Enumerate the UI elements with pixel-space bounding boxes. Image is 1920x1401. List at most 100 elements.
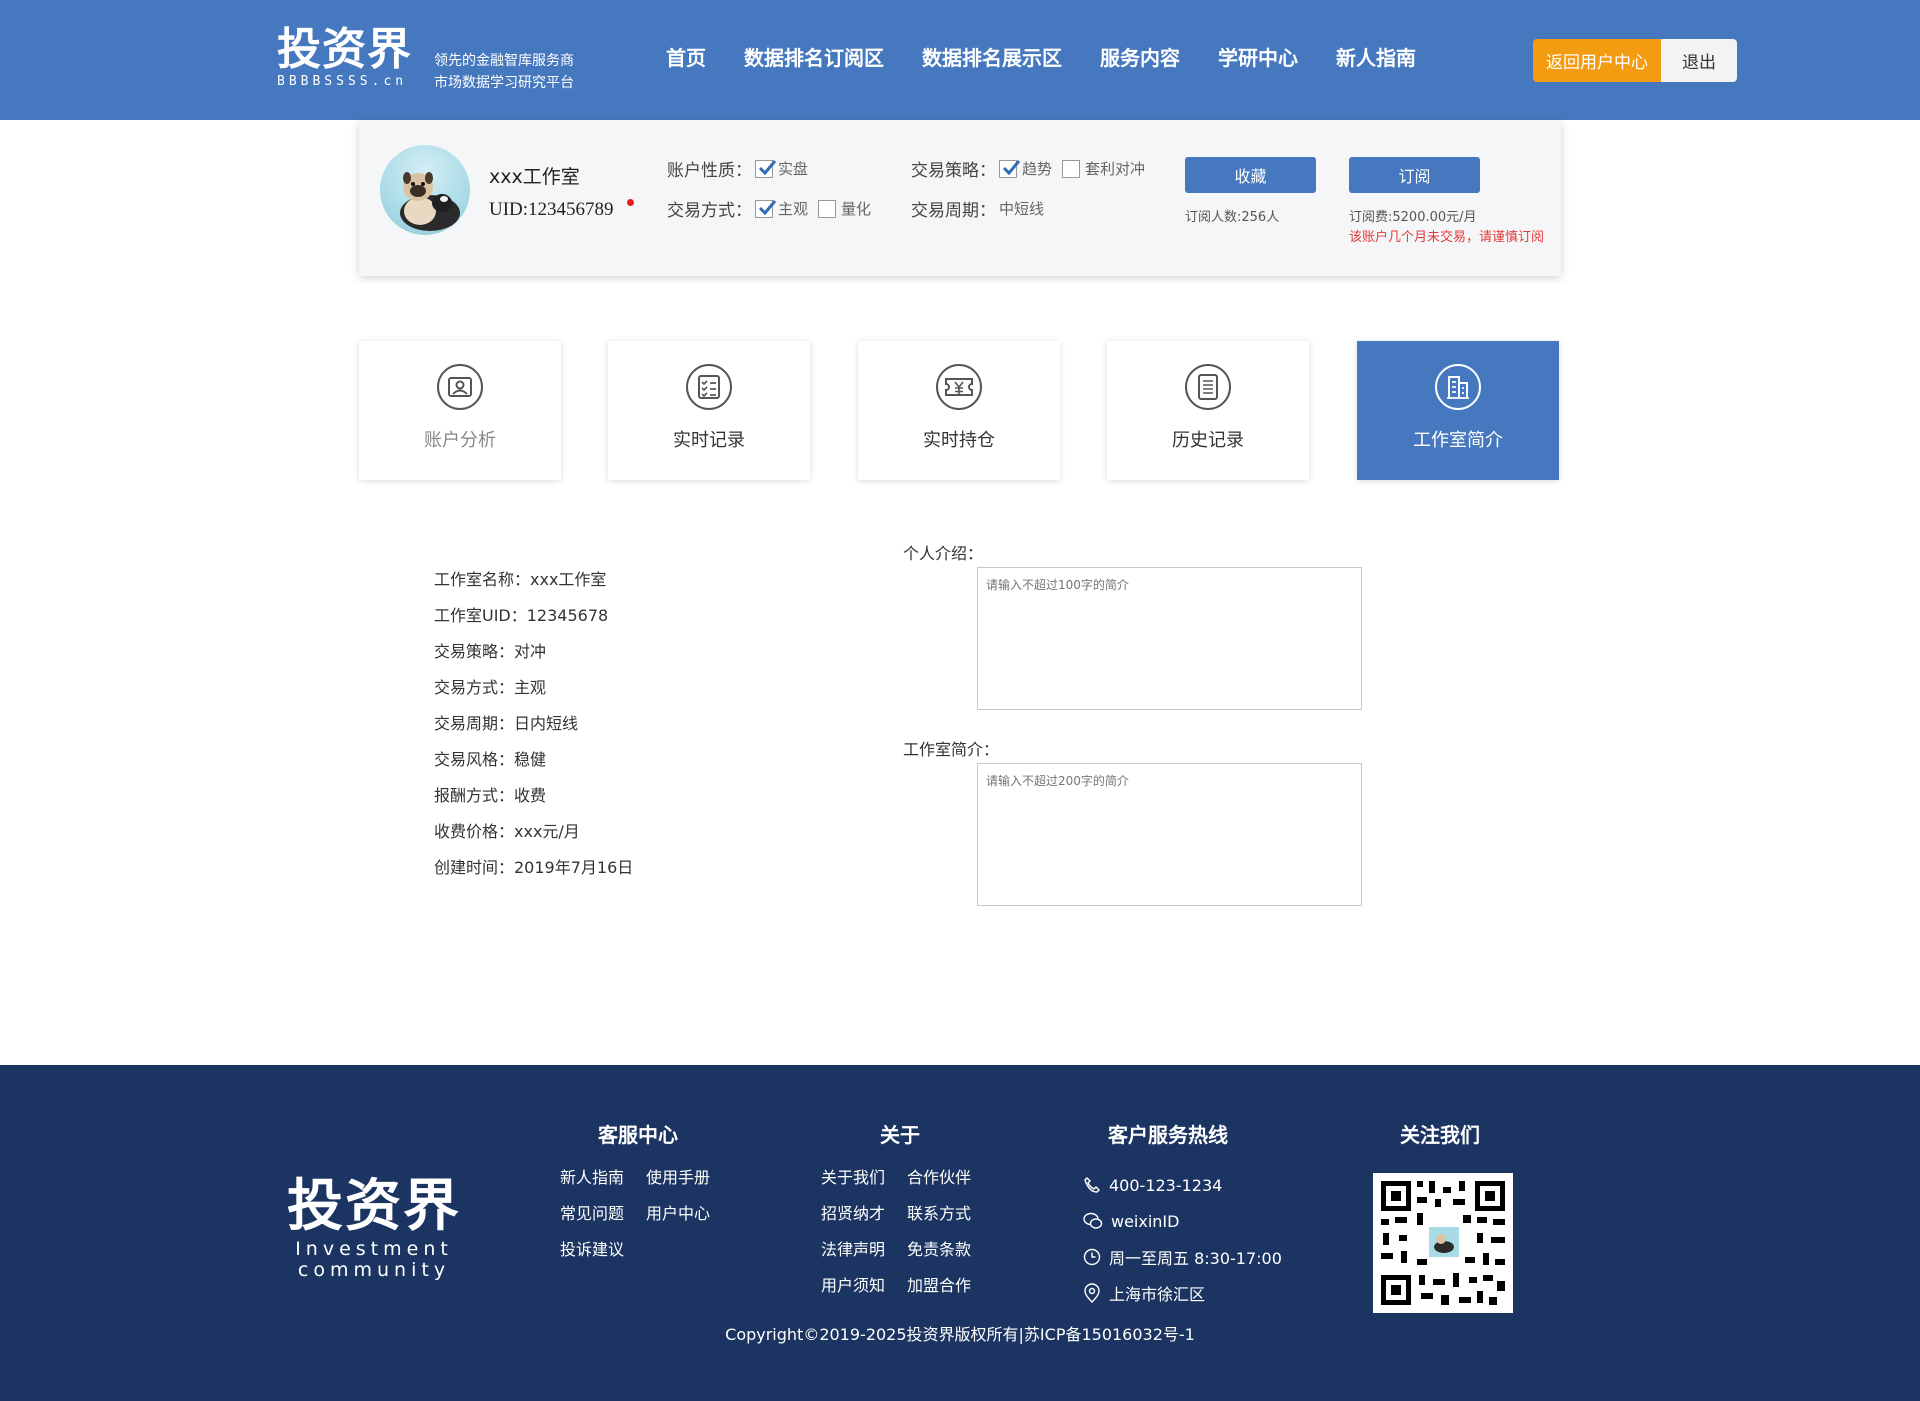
tagline: 领先的金融智库服务商 市场数据学习研究平台 [434,50,574,94]
option-label: 量化 [841,200,872,218]
footer-logo: 投资界 Investment community [287,1175,461,1281]
checkbox-checked-icon[interactable] [755,159,777,178]
logo-text: 投资界 [277,24,412,75]
wechat-id: weixinID [1111,1211,1180,1231]
tab-label: 账户分析 [424,430,496,451]
footer-link[interactable]: 关于我们 [821,1167,885,1189]
qr-code-icon [1381,1181,1505,1305]
return-user-center-button[interactable]: 返回用户中心 [1533,39,1661,82]
follow-us-title: 关注我们 [1400,1123,1480,1147]
footer-link[interactable]: 加盟合作 [907,1275,971,1297]
phone-number: 400-123-1234 [1109,1175,1223,1195]
subscribe-button[interactable]: 订阅 [1349,157,1480,193]
personal-intro-input[interactable] [977,567,1362,710]
footer-link[interactable]: 用户中心 [646,1203,710,1225]
nav-study-center[interactable]: 学研中心 [1218,42,1298,74]
trade-period-label: 交易周期： [911,201,996,221]
trade-method: 交易方式： 主观 量化 [667,196,881,221]
option-real-account[interactable]: 实盘 [755,158,808,179]
favorite-button[interactable]: 收藏 [1185,157,1316,193]
footer-link[interactable]: 联系方式 [907,1203,971,1225]
contact-wechat: weixinID [1083,1203,1282,1239]
about-title: 关于 [880,1123,920,1147]
inactivity-warning: 该账户几个月未交易，请谨慎订阅 [1349,230,1545,245]
checkbox-unchecked-icon[interactable] [1062,159,1081,178]
trade-period: 交易周期： 中短线 [911,196,1044,221]
tab-realtime-positions[interactable]: 实时持仓 [858,341,1060,480]
address: 上海市徐汇区 [1109,1285,1206,1304]
tab-label: 历史记录 [1172,430,1244,451]
profile-card: xxx工作室 UID:123456789 账户性质： 实盘 交易方式： 主观 量… [359,120,1561,276]
trade-strategy: 交易策略： 趋势 套利对冲 [911,156,1155,181]
footer-link[interactable]: 用户须知 [821,1275,885,1297]
site-logo[interactable]: 投资界 BBBBSSSS.cn [277,24,427,94]
studio-intro-label: 工作室简介： [903,740,1000,759]
footer-link[interactable]: 新人指南 [560,1167,624,1189]
footer-link[interactable]: 投诉建议 [560,1239,624,1261]
contact-hours: 周一至周五 8:30-17:00 [1083,1239,1282,1275]
personal-intro-label: 个人介绍： [903,544,984,563]
option-label: 套利对冲 [1085,160,1146,178]
studio-intro-input[interactable] [977,763,1362,906]
account-type: 账户性质： 实盘 [667,156,818,181]
tagline-line-1: 领先的金融智库服务商 [434,53,574,69]
service-hours: 周一至周五 8:30-17:00 [1109,1249,1282,1268]
logo-domain: BBBBSSSS.cn [277,74,408,89]
nav-ranking-subscribe[interactable]: 数据排名订阅区 [744,42,884,74]
building-doc-icon [1435,364,1481,410]
option-quant[interactable]: 量化 [818,198,871,219]
option-subjective[interactable]: 主观 [755,198,808,219]
footer-link[interactable]: 招贤纳才 [821,1203,885,1225]
studio-uid: UID:123456789 [489,199,614,220]
nav-beginner-guide[interactable]: 新人指南 [1336,42,1416,74]
footer-link[interactable]: 合作伙伴 [907,1167,971,1189]
info-trade-style: 交易风格：稳健 [434,750,547,769]
hotline-title: 客户服务热线 [1108,1123,1228,1147]
nav-ranking-display[interactable]: 数据排名展示区 [922,42,1062,74]
site-footer: 投资界 Investment community 客服中心 新人指南 使用手册 … [0,1065,1920,1401]
option-trend[interactable]: 趋势 [999,158,1052,179]
footer-logo-en-2: community [297,1259,451,1281]
info-strategy: 交易策略：对冲 [434,642,547,661]
tab-account-analysis[interactable]: 账户分析 [359,341,561,480]
trade-method-label: 交易方式： [667,201,752,221]
info-payment-method: 报酬方式：收费 [434,786,547,805]
footer-logo-en-1: Investment [295,1238,453,1260]
dog-avatar-icon [400,172,460,231]
location-pin-icon [1084,1283,1100,1303]
qr-code [1373,1173,1513,1313]
footer-link[interactable]: 使用手册 [646,1167,710,1189]
tab-realtime-records[interactable]: 实时记录 [608,341,810,480]
phone-icon [1084,1177,1100,1193]
subscriber-count: 订阅人数:256人 [1185,210,1280,225]
tab-label: 工作室简介 [1413,430,1503,451]
subscription-fee: 订阅费:5200.00元/月 [1349,210,1477,225]
checkbox-unchecked-icon[interactable] [818,199,837,218]
info-price: 收费价格：xxx元/月 [434,822,580,841]
studio-info-list: 工作室名称：xxx工作室 工作室UID：12345678 交易策略：对冲 交易方… [434,566,633,890]
info-studio-uid: 工作室UID：12345678 [434,606,609,625]
site-header: 投资界 BBBBSSSS.cn 领先的金融智库服务商 市场数据学习研究平台 首页… [0,0,1920,120]
checkbox-checked-icon[interactable] [755,199,777,218]
footer-link[interactable]: 法律声明 [821,1239,885,1261]
option-arbitrage[interactable]: 套利对冲 [1062,158,1145,179]
info-created-time: 创建时间：2019年7月16日 [434,858,634,877]
nav-services[interactable]: 服务内容 [1100,42,1180,74]
tab-studio-intro[interactable]: 工作室简介 [1357,341,1559,480]
wechat-icon [1083,1212,1103,1229]
contact-info: 400-123-1234 weixinID 周一至周五 8:30-17:00 上… [1083,1167,1282,1311]
checkbox-checked-icon[interactable] [999,159,1021,178]
info-studio-name: 工作室名称：xxx工作室 [434,570,607,589]
option-label: 趋势 [1022,160,1053,178]
contact-address: 上海市徐汇区 [1083,1275,1282,1311]
copyright: Copyright©2019-2025投资界版权所有|苏ICP备15016032… [725,1325,1195,1344]
footer-link[interactable]: 常见问题 [560,1203,624,1225]
tab-history-records[interactable]: 历史记录 [1107,341,1309,480]
logout-button[interactable]: 退出 [1661,39,1737,82]
nav-home[interactable]: 首页 [666,42,706,74]
info-trade-period: 交易周期：日内短线 [434,714,579,733]
yuan-ticket-icon [936,364,982,410]
footer-link[interactable]: 免责条款 [907,1239,971,1261]
footer-logo-text: 投资界 [287,1174,461,1239]
main-nav: 首页 数据排名订阅区 数据排名展示区 服务内容 学研中心 新人指南 [666,42,1454,74]
